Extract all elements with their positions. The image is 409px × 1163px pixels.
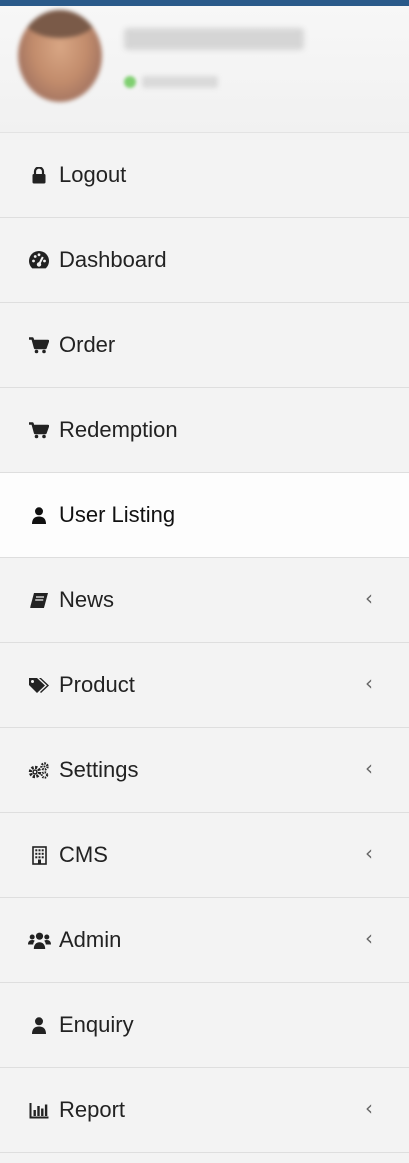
user-icon: [27, 506, 51, 524]
sidebar-item-label: Redemption: [59, 417, 178, 442]
sidebar-item-enquiry[interactable]: Enquiry: [0, 983, 409, 1068]
chevron-left-icon[interactable]: ‹: [365, 1096, 373, 1120]
user-name-blurred: [124, 28, 304, 50]
dashboard-icon: [27, 250, 51, 270]
sidebar-item-admin[interactable]: Admin ‹: [0, 898, 409, 983]
chevron-left-icon[interactable]: ‹: [365, 841, 373, 865]
user-status: [124, 76, 218, 88]
sidebar-item-label: CMS: [59, 842, 108, 867]
sidebar-item-settings[interactable]: Settings ‹: [0, 728, 409, 813]
chevron-left-icon[interactable]: ‹: [365, 586, 373, 610]
sidebar-item-label: Report: [59, 1097, 126, 1122]
sidebar-item-label: Admin: [59, 927, 122, 952]
online-status-icon: [124, 76, 136, 88]
user-panel: [0, 6, 409, 133]
user-icon: [27, 1016, 51, 1034]
book-icon: [27, 592, 51, 609]
sidebar-item-label: User Listing: [59, 502, 176, 527]
sidebar-item-report[interactable]: Report ‹: [0, 1068, 409, 1153]
bar-chart-icon: [27, 1102, 51, 1119]
sidebar-item-label: Product: [59, 672, 135, 697]
sidebar-item-redemption[interactable]: Redemption: [0, 388, 409, 473]
cart-icon: [27, 336, 51, 354]
chevron-left-icon[interactable]: ‹: [365, 756, 373, 780]
chevron-left-icon[interactable]: ‹: [365, 926, 373, 950]
sidebar-item-dashboard[interactable]: Dashboard: [0, 218, 409, 303]
lock-icon: [27, 166, 51, 184]
sidebar-item-label: News: [59, 587, 115, 612]
sidebar-item-cms[interactable]: CMS ‹: [0, 813, 409, 898]
status-text-blurred: [142, 76, 218, 88]
sidebar-item-label: Settings: [59, 757, 139, 782]
sidebar-item-news[interactable]: News ‹: [0, 558, 409, 643]
sidebar-item-label: Enquiry: [59, 1012, 134, 1037]
users-icon: [27, 932, 51, 949]
sidebar-item-order[interactable]: Order: [0, 303, 409, 388]
sidebar-item-label: Logout: [59, 162, 127, 187]
building-icon: [27, 845, 51, 865]
sidebar-menu: Logout Dashboard Order Redemption User L…: [0, 133, 409, 1153]
sidebar-item-product[interactable]: Product ‹: [0, 643, 409, 728]
tags-icon: [27, 677, 51, 694]
chevron-left-icon[interactable]: ‹: [365, 671, 373, 695]
gears-icon: [27, 761, 51, 779]
sidebar-item-user-listing[interactable]: User Listing: [0, 473, 409, 558]
sidebar-item-label: Order: [59, 332, 116, 357]
sidebar-item-logout[interactable]: Logout: [0, 133, 409, 218]
cart-icon: [27, 421, 51, 439]
user-avatar[interactable]: [18, 10, 102, 102]
sidebar-item-label: Dashboard: [59, 247, 167, 272]
